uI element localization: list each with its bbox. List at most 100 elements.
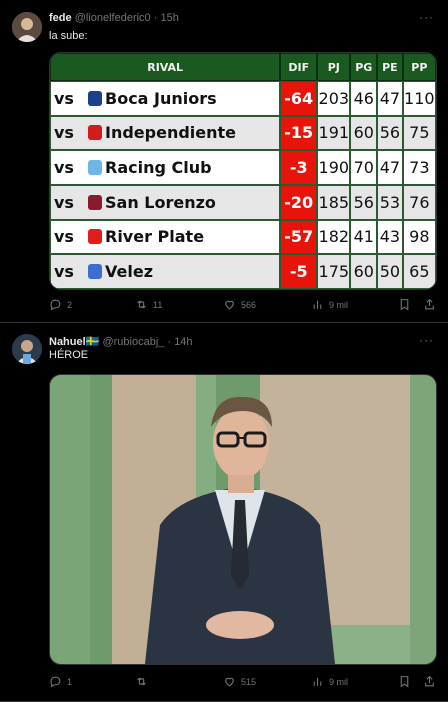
flag-emoji: 🇸🇪	[85, 336, 100, 348]
like-button[interactable]: 566	[223, 298, 256, 311]
pg-cell: 60	[350, 254, 378, 289]
like-count: 515	[241, 676, 257, 687]
retweet-button[interactable]	[135, 675, 153, 688]
club-crest-icon	[88, 125, 102, 141]
dif-cell: -5	[280, 254, 318, 289]
tweet-media-table[interactable]: RIVAL DIF PJ PG PE PP vs Boca Juniors -64 203 46 4…	[49, 52, 437, 290]
bookmark-button[interactable]	[398, 298, 411, 311]
reply-button[interactable]: 2	[49, 298, 72, 311]
more-icon[interactable]: ···	[419, 333, 434, 347]
pj-cell: 182	[317, 219, 351, 255]
tweet-header: Nahuel🇸🇪 @rubiocabj_ · 14h	[49, 335, 193, 348]
pj-cell: 175	[317, 254, 351, 289]
timestamp[interactable]: 14h	[174, 336, 192, 348]
rival-name: River Plate	[105, 227, 205, 247]
table-row: vs Racing Club -3 190 70 47 73	[50, 150, 436, 185]
views-button[interactable]: 9 mil	[311, 298, 348, 311]
tweet-text: HÉROE	[49, 349, 89, 361]
rival-cell: vs Racing Club	[50, 150, 281, 185]
pj-cell: 203	[317, 81, 351, 116]
pe-cell: 43	[377, 219, 403, 255]
display-name[interactable]: fede	[49, 12, 72, 24]
retweet-icon	[137, 300, 146, 309]
views-icon	[313, 677, 322, 686]
pe-cell: 53	[377, 184, 403, 220]
rival-name: San Lorenzo	[105, 192, 216, 212]
like-count: 566	[241, 299, 257, 310]
avatar[interactable]	[12, 12, 42, 42]
pg-cell: 60	[350, 115, 378, 151]
table-row: vs Independiente -15 191 60 56 75	[50, 115, 436, 151]
heart-icon	[225, 300, 234, 310]
rival-name: Racing Club	[105, 158, 212, 178]
views-count: 9 mil	[329, 299, 349, 310]
share-button[interactable]	[423, 675, 436, 688]
heart-icon	[225, 677, 234, 687]
tweet-actions: 2 11 566 9 mil	[49, 298, 435, 314]
club-crest-icon	[88, 264, 102, 280]
club-crest-icon	[88, 229, 102, 245]
views-icon	[313, 300, 322, 309]
reply-count: 2	[67, 299, 73, 310]
retweet-icon	[137, 677, 146, 686]
column-header-pe: PE	[377, 53, 403, 81]
tweet[interactable]: Nahuel🇸🇪 @rubiocabj_ · 14h ··· HÉROE 1 5…	[0, 323, 448, 702]
separator-dot: ·	[153, 12, 158, 24]
rival-cell: vs Velez	[50, 254, 281, 289]
more-icon[interactable]: ···	[419, 10, 434, 24]
club-crest-icon	[88, 160, 102, 176]
display-name[interactable]: Nahuel	[49, 336, 86, 348]
reply-button[interactable]: 1	[49, 675, 72, 688]
rival-cell: vs Boca Juniors	[50, 81, 281, 116]
reply-icon	[50, 676, 61, 688]
dif-cell: -57	[280, 219, 318, 255]
photo-man-in-suit	[50, 375, 436, 664]
reply-icon	[50, 299, 61, 311]
rival-name: Independiente	[105, 123, 237, 143]
pe-cell: 50	[377, 254, 403, 289]
vs-label: vs	[54, 123, 74, 143]
rival-name: Velez	[105, 262, 154, 282]
pe-cell: 47	[377, 150, 403, 185]
dif-cell: -20	[280, 184, 318, 220]
share-button[interactable]	[423, 298, 436, 311]
pg-cell: 41	[350, 219, 378, 255]
dif-cell: -64	[280, 81, 318, 116]
reply-count: 1	[67, 676, 73, 687]
tweet-text: la sube:	[49, 30, 88, 42]
pp-cell: 76	[402, 184, 436, 220]
timestamp[interactable]: 15h	[160, 12, 178, 24]
pj-cell: 190	[317, 150, 351, 185]
pp-cell: 73	[402, 150, 436, 185]
handle[interactable]: @lionelfederic0	[75, 12, 151, 24]
pg-cell: 46	[350, 81, 378, 116]
views-button[interactable]: 9 mil	[311, 675, 348, 688]
vs-label: vs	[54, 262, 74, 282]
dif-cell: -15	[280, 115, 318, 151]
pg-cell: 70	[350, 150, 378, 185]
bookmark-icon	[400, 299, 409, 311]
pg-cell: 56	[350, 184, 378, 220]
tweet[interactable]: fede @lionelfederic0 · 15h ··· la sube: …	[0, 0, 448, 323]
rival-cell: vs River Plate	[50, 219, 281, 255]
avatar[interactable]	[12, 334, 42, 364]
rival-cell: vs San Lorenzo	[50, 184, 281, 220]
pj-cell: 185	[317, 184, 351, 220]
pp-cell: 110	[402, 81, 436, 116]
table-row: vs Boca Juniors -64 203 46 47 110	[50, 81, 436, 116]
bookmark-button[interactable]	[398, 675, 411, 688]
tweet-actions: 1 515 9 mil	[49, 675, 435, 691]
like-button[interactable]: 515	[223, 675, 256, 688]
pj-cell: 191	[317, 115, 351, 151]
pp-cell: 98	[402, 219, 436, 255]
handle[interactable]: @rubiocabj_	[102, 336, 164, 348]
pp-cell: 65	[402, 254, 436, 289]
table-row: vs San Lorenzo -20 185 56 53 76	[50, 184, 436, 220]
retweet-button[interactable]: 11	[135, 298, 162, 311]
column-header-rival: RIVAL	[50, 53, 281, 81]
tweet-media-photo[interactable]	[49, 374, 437, 665]
pe-cell: 47	[377, 81, 403, 116]
vs-label: vs	[54, 88, 74, 108]
vs-label: vs	[54, 158, 74, 178]
vs-label: vs	[54, 192, 74, 212]
